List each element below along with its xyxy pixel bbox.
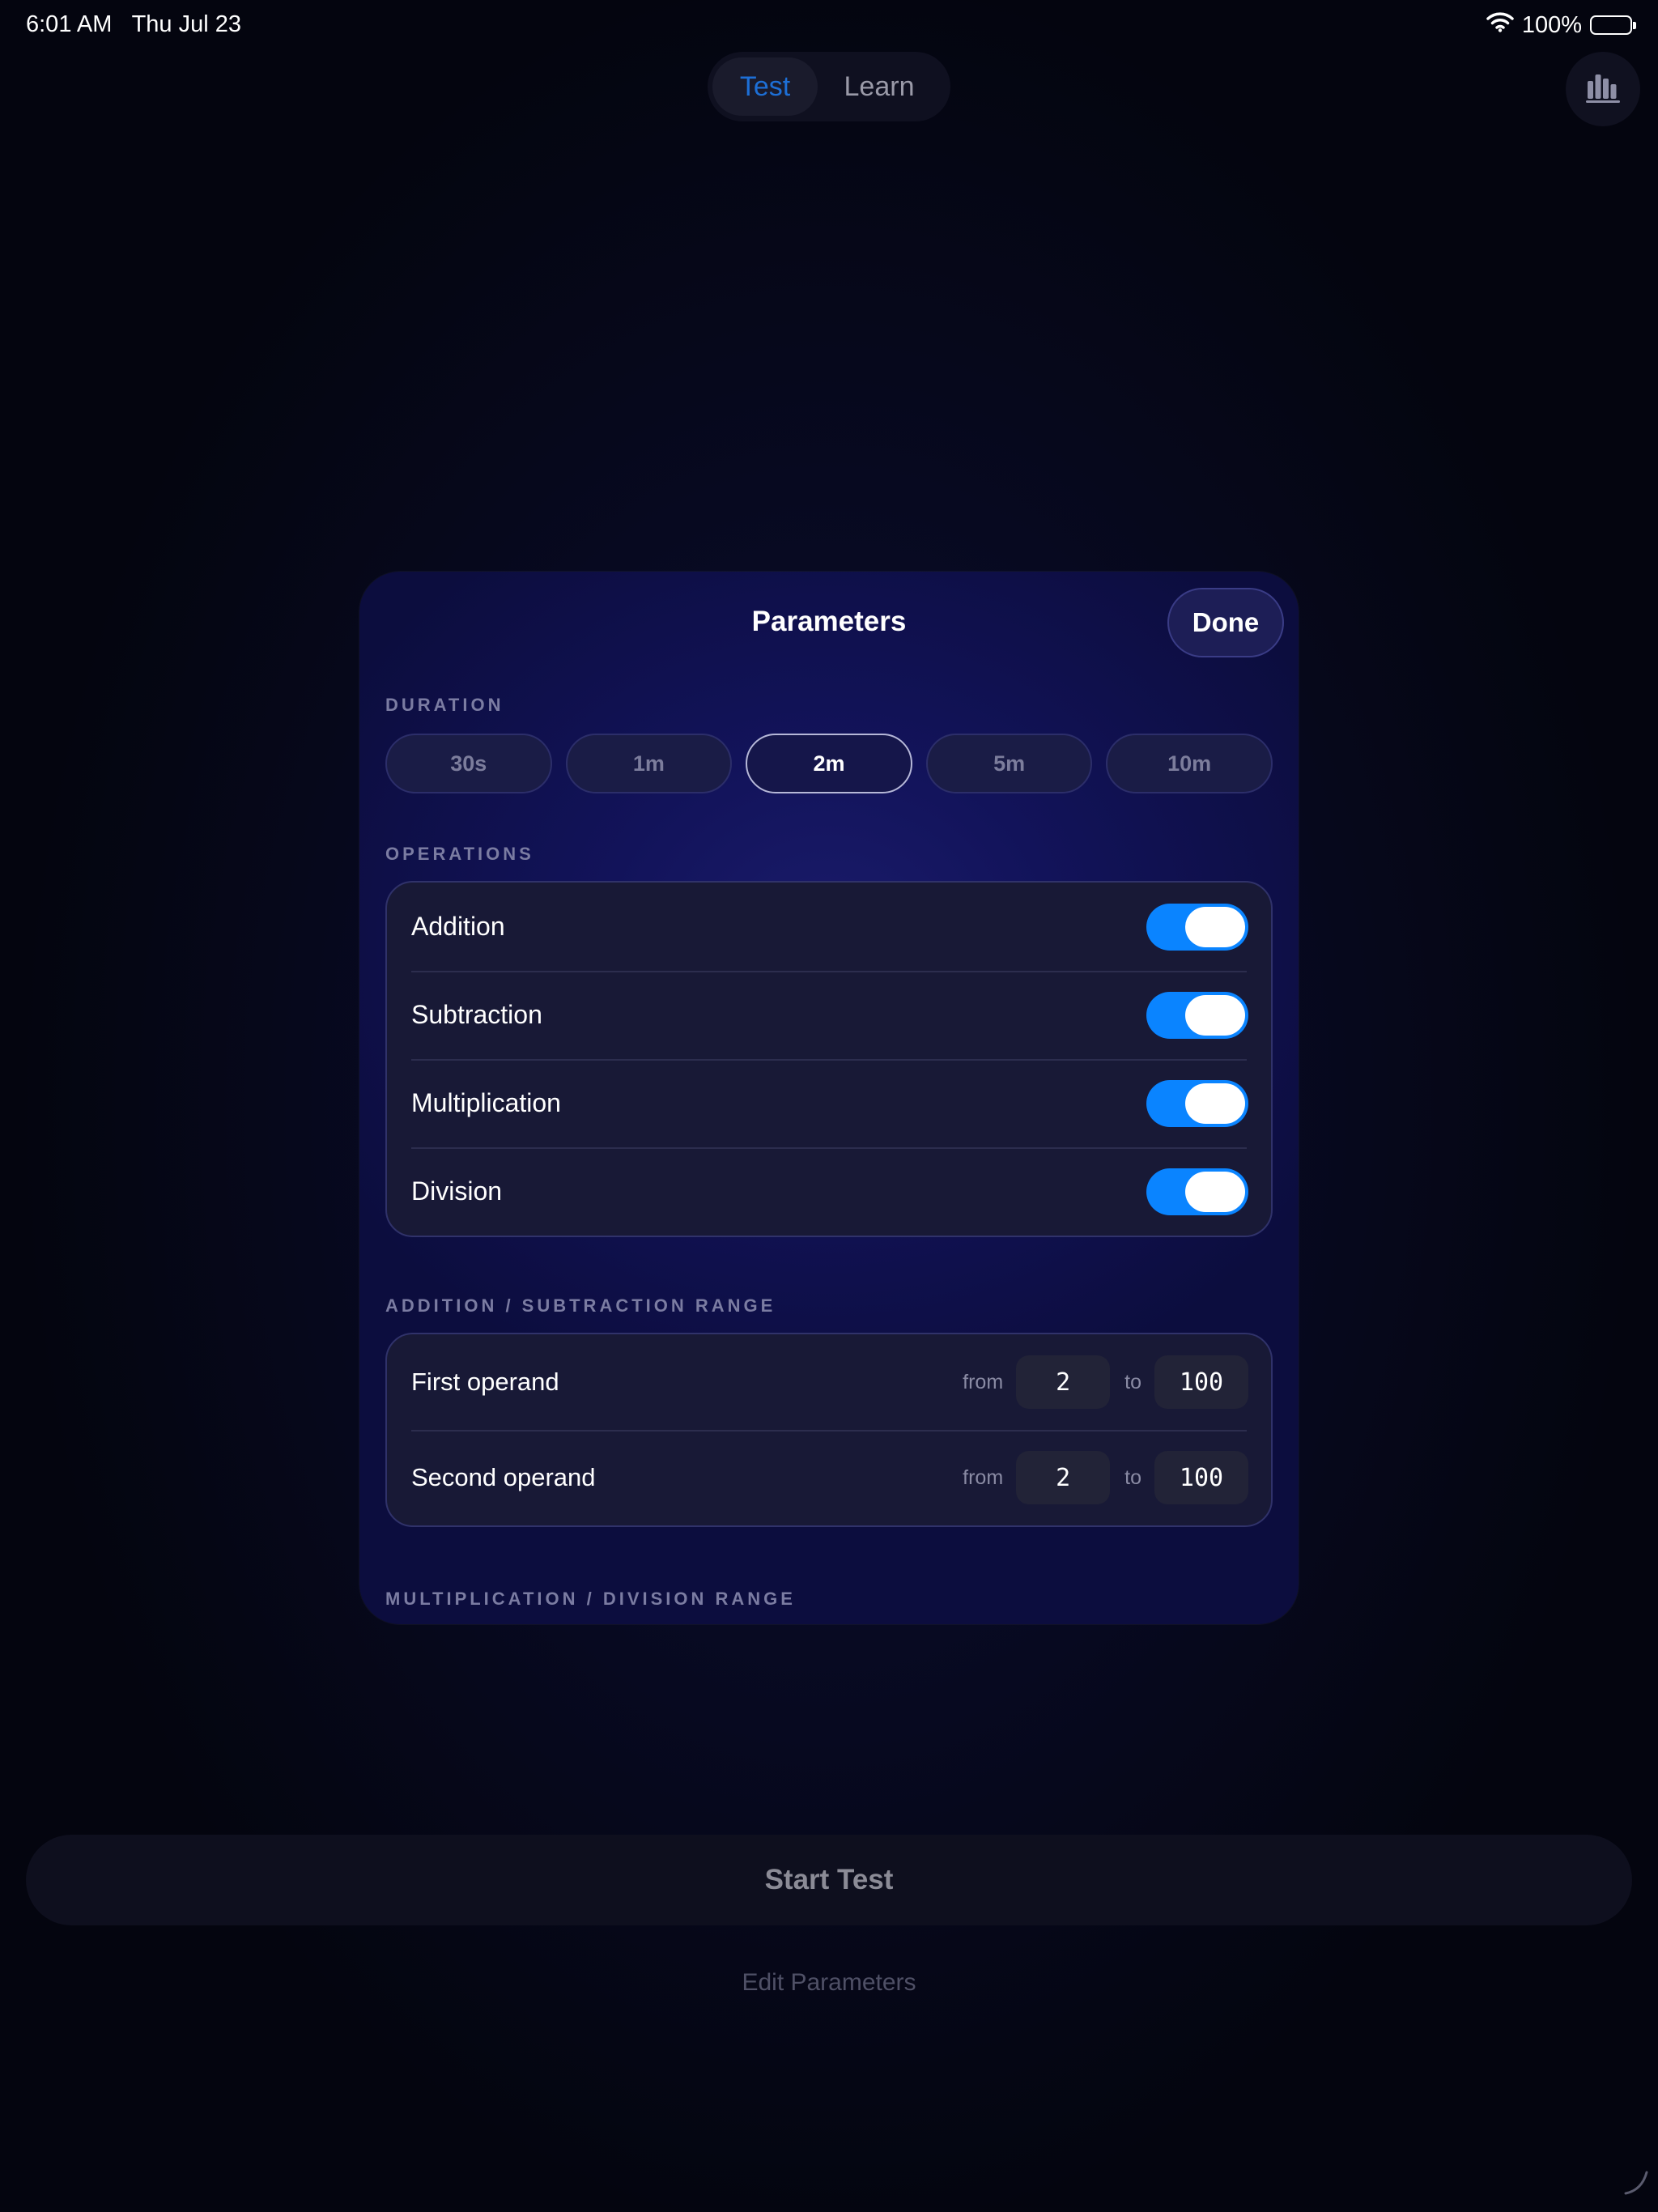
start-test-button[interactable]: Start Test [26, 1835, 1632, 1925]
operation-label: Division [411, 1176, 503, 1206]
operation-label: Multiplication [411, 1088, 561, 1117]
from-label: from [963, 1465, 1004, 1489]
range-label: Second operand [411, 1463, 596, 1491]
tab-learn[interactable]: Learn [823, 57, 936, 116]
tab-test[interactable]: Test [712, 57, 818, 116]
operation-row-subtraction: Subtraction [387, 971, 1271, 1059]
duration-options: 30s 1m 2m 5m 10m [385, 734, 1273, 793]
operation-row-addition: Addition [387, 883, 1271, 971]
duration-option-2m[interactable]: 2m [746, 734, 912, 793]
parameters-modal: Parameters Done DURATION 30s 1m 2m 5m 10… [359, 572, 1299, 1624]
operation-label: Subtraction [411, 1000, 542, 1029]
battery-icon [1590, 15, 1636, 35]
resize-handle-icon [1621, 2167, 1650, 2201]
multiplication-toggle[interactable] [1146, 1079, 1248, 1127]
second-operand-to-field[interactable]: 100 [1154, 1451, 1248, 1504]
edit-parameters-link[interactable]: Edit Parameters [0, 1969, 1658, 1997]
first-operand-from-field[interactable]: 2 [1016, 1355, 1111, 1409]
operations-section-label: OPERATIONS [385, 844, 534, 864]
from-label: from [963, 1370, 1004, 1393]
duration-section-label: DURATION [385, 695, 504, 715]
to-label: to [1124, 1370, 1141, 1393]
subtraction-toggle[interactable] [1146, 991, 1248, 1039]
status-right: 100% [1486, 11, 1636, 39]
range-row-first-operand: First operand from 2 to 100 [387, 1334, 1271, 1430]
wifi-icon [1486, 11, 1514, 39]
add-sub-range-section-label: ADDITION / SUBTRACTION RANGE [385, 1295, 776, 1316]
status-time: 6:01 AM Thu Jul 23 [26, 11, 241, 37]
operations-card: Addition Subtraction Multiplication Divi… [385, 881, 1273, 1237]
done-button[interactable]: Done [1167, 588, 1284, 657]
duration-option-1m[interactable]: 1m [565, 734, 733, 793]
range-label: First operand [411, 1368, 559, 1396]
duration-option-30s[interactable]: 30s [385, 734, 552, 793]
duration-option-5m[interactable]: 5m [925, 734, 1093, 793]
mode-segmented-control: Test Learn [708, 52, 950, 121]
to-label: to [1124, 1465, 1141, 1489]
bar-chart-icon [1584, 71, 1622, 108]
stats-button[interactable] [1566, 52, 1640, 126]
operation-label: Addition [411, 912, 505, 941]
operation-row-division: Division [387, 1147, 1271, 1236]
duration-option-10m[interactable]: 10m [1106, 734, 1273, 793]
operation-row-multiplication: Multiplication [387, 1059, 1271, 1147]
mul-div-range-section-label: MULTIPLICATION / DIVISION RANGE [385, 1589, 796, 1609]
division-toggle[interactable] [1146, 1168, 1248, 1215]
first-operand-to-field[interactable]: 100 [1154, 1355, 1248, 1409]
modal-title: Parameters [751, 606, 907, 637]
battery-percent: 100% [1521, 11, 1582, 38]
addition-toggle[interactable] [1146, 903, 1248, 951]
add-sub-range-card: First operand from 2 to 100 Second opera… [385, 1333, 1273, 1527]
second-operand-from-field[interactable]: 2 [1016, 1451, 1111, 1504]
range-row-second-operand: Second operand from 2 to 100 [387, 1430, 1271, 1525]
